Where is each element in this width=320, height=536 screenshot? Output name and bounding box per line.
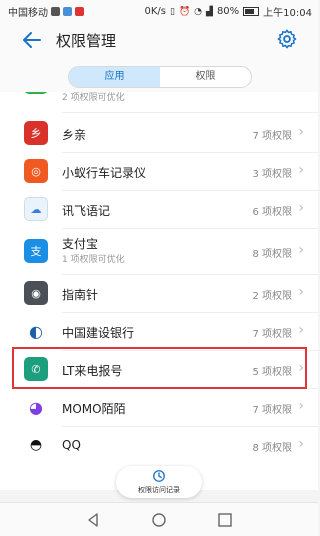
app-name: 乡亲 <box>62 128 87 142</box>
status-bar: 中国移动 0K/s ▯ ⏰ ◔ ▟ 80% 上午10:04 <box>0 0 318 20</box>
divider <box>62 112 318 113</box>
dashcam-icon: ◎ <box>24 159 48 183</box>
permission-count: 7 项权限 <box>252 131 292 142</box>
notification-icon <box>51 7 60 16</box>
vibrate-icon: ▯ <box>169 6 175 17</box>
back-arrow-icon[interactable] <box>20 28 44 52</box>
xiangqin-icon: 乡 <box>24 121 48 145</box>
signal-icon: ▟ <box>206 6 213 17</box>
system-nav-bar <box>0 502 318 536</box>
list-item[interactable]: ◐ 中国建设银行 7 项权限 › <box>0 312 318 350</box>
battery-percent: 80% <box>216 6 240 17</box>
app-name: QQ <box>62 438 81 452</box>
list-item[interactable]: 乡 乡亲 7 项权限 › <box>0 114 318 152</box>
app-name: 支付宝 <box>62 237 99 251</box>
alarm-icon: ⏰ <box>178 6 191 17</box>
nav-home-icon[interactable] <box>150 511 168 529</box>
list-item[interactable]: 支 支付宝 1 项权限可优化 8 项权限 › <box>0 228 318 274</box>
permission-count: 3 项权限 <box>252 169 292 180</box>
permission-count: 8 项权限 <box>252 249 292 260</box>
permission-count: 7 项权限 <box>252 405 292 416</box>
access-record-button[interactable]: 权限访问记录 <box>116 466 202 498</box>
tab-bar-container: 应用 权限 <box>0 60 318 92</box>
permission-count: 7 项权限 <box>252 329 292 340</box>
download-icon <box>63 7 72 16</box>
tab-permissions[interactable]: 权限 <box>160 67 251 87</box>
permission-count: 2 项权限 <box>252 291 292 302</box>
app-sub: 1 项权限可优化 <box>62 255 125 265</box>
list-item[interactable]: ◉ 指南针 2 项权限 › <box>0 274 318 312</box>
carrier-label: 中国移动 <box>8 8 48 19</box>
app-name: 小蚁行车记录仪 <box>62 166 147 180</box>
chevron-right-icon: › <box>298 322 304 338</box>
chevron-right-icon: › <box>298 200 304 216</box>
nav-recents-icon[interactable] <box>216 511 234 529</box>
highlight-box <box>12 347 307 389</box>
list-item[interactable]: ☁ 讯飞语记 6 项权限 › <box>0 190 318 228</box>
voice-cloud-icon: ☁ <box>24 197 48 221</box>
permission-count: 6 项权限 <box>252 207 292 218</box>
tab-apps[interactable]: 应用 <box>69 67 160 87</box>
compass-icon: ◉ <box>24 281 48 305</box>
wifi-icon: ◔ <box>194 6 203 17</box>
battery-icon <box>243 7 260 16</box>
clock-history-icon <box>153 470 165 482</box>
chevron-right-icon: › <box>298 124 304 140</box>
gear-icon[interactable] <box>276 28 298 50</box>
chevron-right-icon: › <box>298 284 304 300</box>
page-title: 权限管理 <box>56 32 117 50</box>
chevron-right-icon: › <box>298 242 304 258</box>
app-bar: 权限管理 <box>0 20 318 60</box>
network-speed: 0K/s <box>144 6 166 17</box>
nav-back-icon[interactable] <box>84 511 102 529</box>
chevron-right-icon: › <box>298 162 304 178</box>
momo-icon: ◕ <box>24 395 48 419</box>
chevron-right-icon: › <box>298 398 304 414</box>
list-item[interactable]: ◓ QQ 8 项权限 › <box>0 426 318 464</box>
permission-count: 8 项权限 <box>252 443 292 454</box>
list-item-partial[interactable]: 2 项权限可优化 <box>0 92 318 104</box>
app-name: MOMO陌陌 <box>62 402 126 416</box>
app-list: 2 项权限可优化 乡 乡亲 7 项权限 › ◎ 小蚁行车记录仪 3 项权限 › … <box>0 92 318 490</box>
list-item-sub: 2 项权限可优化 <box>62 93 125 103</box>
ccb-icon: ◐ <box>24 319 48 343</box>
qq-icon: ◓ <box>24 433 48 457</box>
chevron-right-icon: › <box>298 436 304 452</box>
segmented-tabs: 应用 权限 <box>68 66 252 88</box>
app-name: 指南针 <box>62 288 99 302</box>
app-name: 中国建设银行 <box>62 326 135 340</box>
alipay-icon: 支 <box>24 239 48 263</box>
clock: 上午10:04 <box>263 8 312 19</box>
access-record-label: 权限访问记录 <box>138 486 180 494</box>
message-icon <box>75 7 84 16</box>
app-name: 讯飞语记 <box>62 204 111 218</box>
list-item[interactable]: ◎ 小蚁行车记录仪 3 项权限 › <box>0 152 318 190</box>
list-item[interactable]: ◕ MOMO陌陌 7 项权限 › <box>0 388 318 426</box>
app-icon-partial <box>24 92 48 94</box>
